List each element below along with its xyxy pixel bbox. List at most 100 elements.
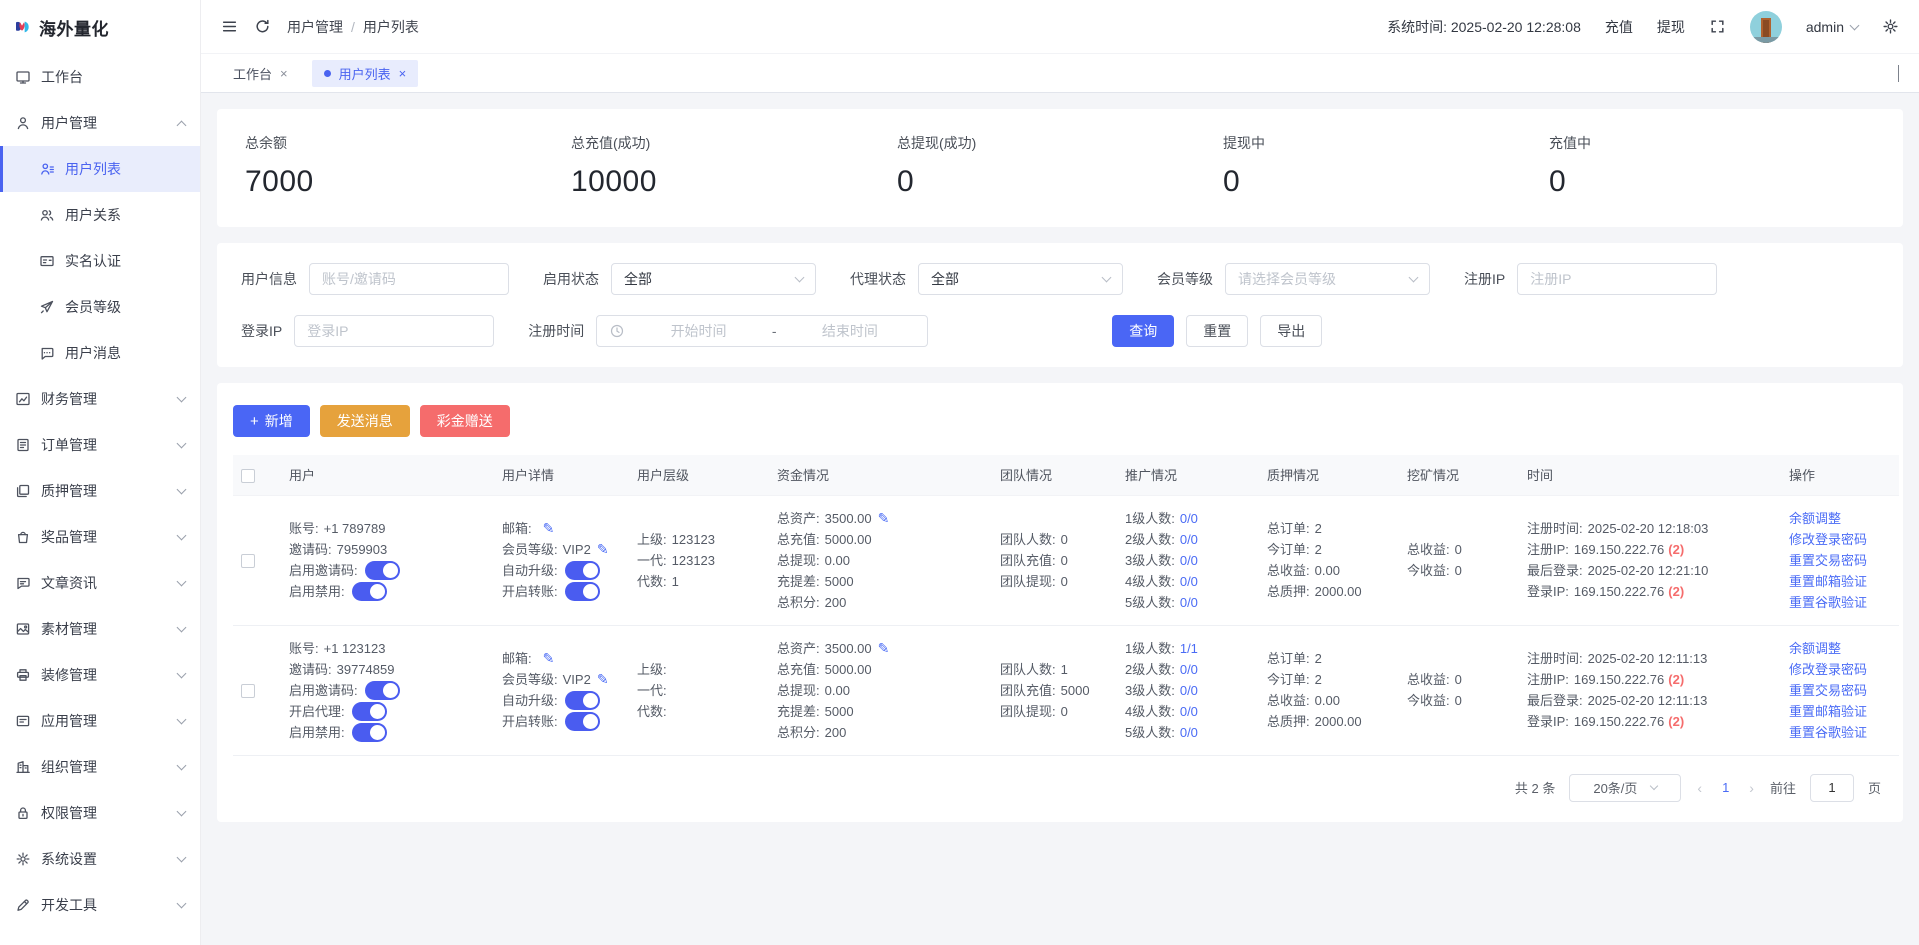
reset-button[interactable]: 重置 [1186, 315, 1248, 347]
toggle-switch[interactable] [565, 561, 600, 580]
field-value: 2 [1315, 648, 1322, 669]
action-link[interactable]: 重置邮箱验证 [1789, 701, 1891, 722]
agent-status-select[interactable]: 全部 [918, 263, 1123, 295]
field-value: +1 789789 [324, 518, 386, 539]
action-link[interactable]: 修改登录密码 [1789, 529, 1891, 550]
sidebar-item[interactable]: 质押管理 [0, 468, 200, 514]
field-value[interactable]: 0/0 [1180, 529, 1198, 550]
tab-more-icon[interactable] [1898, 65, 1899, 81]
action-link[interactable]: 重置交易密码 [1789, 550, 1891, 571]
login-ip-input[interactable] [294, 315, 494, 347]
ip-count-badge[interactable]: (2) [1668, 581, 1684, 602]
edit-icon[interactable]: ✎ [597, 669, 609, 690]
date-range-picker[interactable]: 开始时间 - 结束时间 [596, 315, 928, 347]
tab-workbench[interactable]: 工作台 × [221, 60, 300, 87]
toggle-switch[interactable] [365, 561, 400, 580]
sidebar-item[interactable]: 应用管理 [0, 698, 200, 744]
sidebar-item[interactable]: 财务管理 [0, 376, 200, 422]
search-button[interactable]: 查询 [1112, 315, 1174, 347]
ip-count-badge[interactable]: (2) [1668, 711, 1684, 732]
sidebar-item-active[interactable]: 用户列表 [0, 146, 200, 192]
sidebar-item[interactable]: 订单管理 [0, 422, 200, 468]
edit-icon[interactable]: ✎ [543, 648, 555, 669]
sidebar-item[interactable]: 素材管理 [0, 606, 200, 652]
field-value[interactable]: 0/0 [1180, 680, 1198, 701]
action-link[interactable]: 重置邮箱验证 [1789, 571, 1891, 592]
field-value[interactable]: 0/0 [1180, 550, 1198, 571]
field-value[interactable]: 0/0 [1180, 722, 1198, 743]
tab-user-list[interactable]: 用户列表 × [312, 60, 419, 87]
page-number[interactable]: 1 [1718, 780, 1733, 795]
next-page-icon[interactable]: › [1747, 780, 1756, 796]
jump-page-input[interactable] [1810, 774, 1854, 802]
field-value[interactable]: 0/0 [1180, 701, 1198, 722]
row-checkbox[interactable] [241, 554, 255, 568]
sidebar-item[interactable]: 会员等级 [0, 284, 200, 330]
send-message-button[interactable]: 发送消息 [320, 405, 410, 437]
sidebar-item[interactable]: 开发工具 [0, 882, 200, 928]
edit-icon[interactable]: ✎ [878, 508, 890, 529]
field-value[interactable]: 0/0 [1180, 592, 1198, 613]
bonus-button[interactable]: 彩金赠送 [420, 405, 510, 437]
user-menu[interactable]: admin [1806, 19, 1858, 35]
toggle-switch[interactable] [352, 702, 387, 721]
field-value[interactable]: 0/0 [1180, 571, 1198, 592]
fullscreen-icon[interactable] [1709, 18, 1726, 35]
member-level-select[interactable]: 请选择会员等级 [1225, 263, 1430, 295]
sidebar-item[interactable]: 文章资讯 [0, 560, 200, 606]
ip-count-badge[interactable]: (2) [1668, 669, 1684, 690]
toggle-switch[interactable] [565, 691, 600, 710]
field-value: 2025-02-20 12:11:13 [1588, 690, 1708, 711]
gear-icon[interactable] [1882, 18, 1899, 35]
page-size-select[interactable]: 20条/页 [1569, 774, 1681, 802]
stat-label: 总余额 [245, 133, 571, 153]
toggle-switch[interactable] [365, 681, 400, 700]
action-link[interactable]: 重置谷歌验证 [1789, 592, 1891, 613]
sidebar-item[interactable]: 用户消息 [0, 330, 200, 376]
action-link[interactable]: 余额调整 [1789, 508, 1891, 529]
enable-status-select[interactable]: 全部 [611, 263, 816, 295]
field-value[interactable]: 1/1 [1180, 638, 1198, 659]
sidebar-item[interactable]: 用户关系 [0, 192, 200, 238]
sidebar-item[interactable]: 权限管理 [0, 790, 200, 836]
field-value[interactable]: 0/0 [1180, 659, 1198, 680]
field-label: 充提差: [777, 571, 820, 592]
decor-icon [15, 667, 31, 683]
edit-icon[interactable]: ✎ [597, 539, 609, 560]
sidebar-item[interactable]: 工作台 [0, 54, 200, 100]
prev-page-icon[interactable]: ‹ [1695, 780, 1704, 796]
close-icon[interactable]: × [280, 66, 288, 81]
collapse-menu-icon[interactable] [221, 18, 238, 35]
sidebar-item[interactable]: 实名认证 [0, 238, 200, 284]
action-link[interactable]: 重置交易密码 [1789, 680, 1891, 701]
field-value[interactable]: 0/0 [1180, 508, 1198, 529]
toggle-switch[interactable] [352, 723, 387, 742]
ip-count-badge[interactable]: (2) [1668, 539, 1684, 560]
sidebar-item[interactable]: 用户管理 [0, 100, 200, 146]
sidebar-item[interactable]: 装修管理 [0, 652, 200, 698]
action-link[interactable]: 修改登录密码 [1789, 659, 1891, 680]
sidebar-item[interactable]: 奖品管理 [0, 514, 200, 560]
sidebar-item[interactable]: 组织管理 [0, 744, 200, 790]
toggle-switch[interactable] [565, 582, 600, 601]
toggle-switch[interactable] [565, 712, 600, 731]
refresh-icon[interactable] [254, 18, 271, 35]
row-checkbox[interactable] [241, 684, 255, 698]
toggle-switch[interactable] [352, 582, 387, 601]
action-link[interactable]: 余额调整 [1789, 638, 1891, 659]
recharge-link[interactable]: 充值 [1605, 17, 1633, 37]
export-button[interactable]: 导出 [1260, 315, 1322, 347]
field-label: 账号: [289, 518, 319, 539]
select-all-checkbox[interactable] [241, 469, 255, 483]
action-link[interactable]: 重置谷歌验证 [1789, 722, 1891, 743]
user-info-input[interactable] [309, 263, 509, 295]
withdraw-link[interactable]: 提现 [1657, 17, 1685, 37]
edit-icon[interactable]: ✎ [878, 638, 890, 659]
edit-icon[interactable]: ✎ [543, 518, 555, 539]
breadcrumb-parent[interactable]: 用户管理 [287, 17, 343, 37]
avatar[interactable] [1750, 11, 1782, 43]
close-icon[interactable]: × [399, 66, 407, 81]
add-button[interactable]: + 新增 [233, 405, 310, 437]
register-ip-input[interactable] [1517, 263, 1717, 295]
sidebar-item[interactable]: 系统设置 [0, 836, 200, 882]
